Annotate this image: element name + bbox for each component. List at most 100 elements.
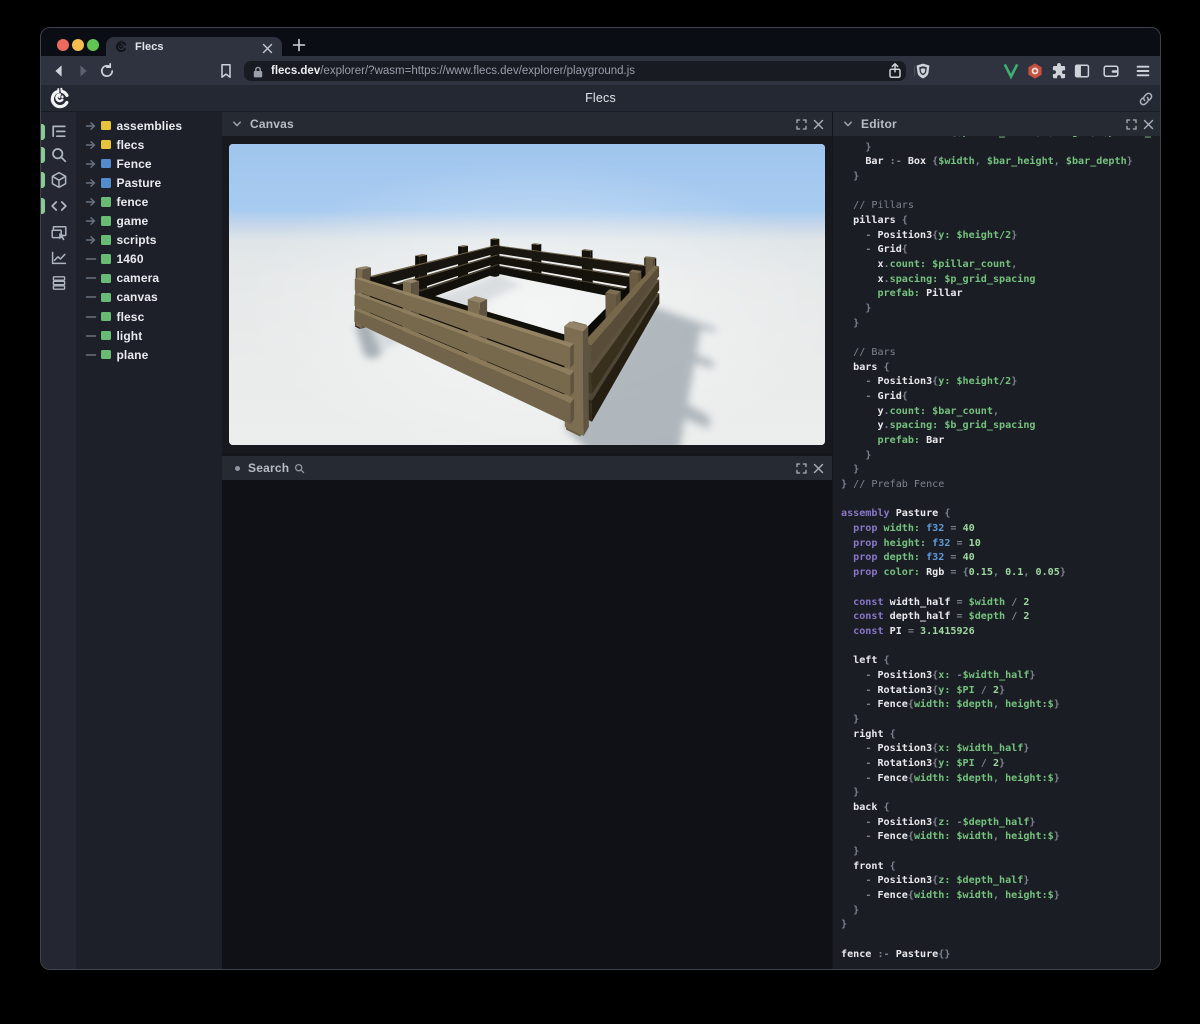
chevron-down-icon[interactable] — [843, 119, 853, 129]
tree-item-canvas[interactable]: canvas — [76, 288, 222, 307]
tab-favicon-flecs-logo-icon — [115, 40, 128, 53]
activity-chart-icon[interactable] — [41, 246, 76, 271]
leaf-dash-icon — [85, 312, 99, 322]
entity-color-square — [101, 178, 111, 188]
lock-icon — [253, 65, 263, 78]
tree-item-assemblies[interactable]: assemblies — [76, 116, 222, 135]
tree-item-Pasture[interactable]: Pasture — [76, 173, 222, 192]
leaf-dash-icon — [85, 273, 99, 283]
expand-arrow-icon[interactable] — [85, 197, 99, 207]
active-indicator-pill — [41, 172, 45, 189]
expand-icon[interactable] — [1126, 118, 1137, 130]
editor-panel-header[interactable]: Editor — [833, 112, 1160, 136]
extensions-puzzle-icon[interactable] — [1050, 62, 1068, 80]
app-header: Flecs — [41, 85, 1160, 112]
close-icon[interactable] — [1143, 119, 1154, 130]
tab-strip: Flecs — [41, 28, 1160, 56]
canvas-viewport[interactable] — [229, 144, 825, 445]
url-text: flecs.dev/explorer/?wasm=https://www.fle… — [271, 64, 636, 77]
entity-color-square — [101, 120, 111, 131]
reload-icon[interactable] — [98, 62, 116, 80]
tree-item-flesc[interactable]: flesc — [76, 307, 222, 326]
tree-item-label: Pasture — [116, 175, 162, 190]
expand-arrow-icon[interactable] — [85, 235, 99, 245]
editor-panel-title: Editor — [861, 117, 897, 131]
activity-bar — [41, 112, 76, 969]
active-indicator-pill — [41, 124, 45, 141]
expand-arrow-icon[interactable] — [85, 178, 99, 188]
link-icon[interactable] — [1138, 91, 1154, 107]
tree-item-label: game — [116, 214, 149, 229]
code-editor[interactable]: Pillar :- Box {$pillar_width, $height, $… — [833, 136, 1160, 962]
traffic-close-button[interactable] — [56, 38, 69, 51]
tree-item-label: flesc — [116, 309, 145, 324]
browser-toolbar: flecs.dev/explorer/?wasm=https://www.fle… — [41, 56, 1160, 85]
share-icon[interactable] — [886, 62, 904, 80]
browser-tab[interactable]: Flecs — [106, 37, 282, 56]
app-title: Flecs — [585, 91, 616, 105]
entity-color-square — [101, 349, 111, 360]
expand-arrow-icon[interactable] — [85, 121, 99, 131]
editor-panel-content[interactable]: Pillar :- Box {$pillar_width, $height, $… — [833, 136, 1160, 969]
expand-icon[interactable] — [796, 462, 807, 474]
bookmark-icon[interactable] — [217, 62, 235, 80]
expand-icon[interactable] — [796, 118, 807, 130]
canvas-panel-header[interactable]: Canvas — [222, 112, 832, 136]
browser-window: Flecs flecs.dev/explorer/?wasm=https://w… — [40, 27, 1161, 970]
entity-color-square — [101, 197, 111, 207]
tab-title: Flecs — [135, 40, 164, 53]
tab-close-icon[interactable] — [262, 41, 273, 54]
tree-item-label: Fence — [116, 156, 152, 171]
leaf-dash-icon — [85, 331, 99, 341]
entity-color-square — [101, 158, 111, 169]
extension-hex-icon[interactable] — [1026, 62, 1044, 80]
activity-inspect-icon[interactable] — [41, 220, 76, 245]
search-panel-content[interactable] — [222, 480, 832, 969]
tree-item-light[interactable]: light — [76, 326, 222, 345]
tree-item-fence[interactable]: fence — [76, 192, 222, 211]
active-indicator-pill — [41, 198, 45, 215]
expand-arrow-icon[interactable] — [85, 159, 99, 169]
traffic-minimize-button[interactable] — [71, 38, 84, 51]
tree-item-label: camera — [116, 271, 160, 286]
tree-item-label: plane — [116, 347, 149, 362]
tree-item-label: light — [116, 328, 143, 343]
bullet-icon[interactable] — [235, 465, 240, 471]
entity-color-square — [101, 139, 111, 150]
entity-color-square — [101, 254, 111, 264]
chevron-down-icon[interactable] — [232, 119, 242, 129]
activity-rows-icon[interactable] — [41, 271, 76, 296]
activity-tree-outline-icon[interactable] — [41, 120, 76, 145]
new-tab-button[interactable] — [291, 37, 307, 53]
tree-item-label: assemblies — [116, 118, 183, 133]
activity-cube-icon[interactable] — [41, 168, 76, 193]
search-panel-header[interactable]: Search — [222, 456, 832, 480]
active-indicator-pill — [41, 146, 45, 163]
tree-item-flecs[interactable]: flecs — [76, 135, 222, 154]
forward-icon[interactable] — [74, 62, 92, 80]
extension-v-icon[interactable] — [1002, 62, 1020, 80]
tree-item-game[interactable]: game — [76, 212, 222, 231]
wallet-icon[interactable] — [1102, 62, 1120, 80]
side-panel-icon[interactable] — [1073, 62, 1091, 80]
tree-item-label: scripts — [116, 233, 157, 248]
expand-arrow-icon[interactable] — [85, 140, 99, 150]
tree-item-plane[interactable]: plane — [76, 345, 222, 364]
leaf-dash-icon — [85, 350, 99, 360]
canvas-3d-scene[interactable] — [229, 144, 825, 445]
url-bar[interactable]: flecs.dev/explorer/?wasm=https://www.fle… — [244, 60, 906, 81]
activity-code-icon[interactable] — [41, 194, 76, 219]
tree-item-1460[interactable]: 1460 — [76, 250, 222, 269]
entity-color-square — [101, 330, 111, 341]
activity-search-icon[interactable] — [41, 142, 76, 167]
tree-item-scripts[interactable]: scripts — [76, 231, 222, 250]
menu-icon[interactable] — [1134, 62, 1152, 80]
expand-arrow-icon[interactable] — [85, 216, 99, 226]
close-icon[interactable] — [813, 463, 824, 474]
tree-item-camera[interactable]: camera — [76, 269, 222, 288]
back-icon[interactable] — [50, 62, 68, 80]
traffic-zoom-button[interactable] — [86, 38, 99, 51]
close-icon[interactable] — [813, 119, 824, 130]
brave-shield-icon[interactable] — [914, 62, 932, 80]
tree-item-Fence[interactable]: Fence — [76, 154, 222, 173]
